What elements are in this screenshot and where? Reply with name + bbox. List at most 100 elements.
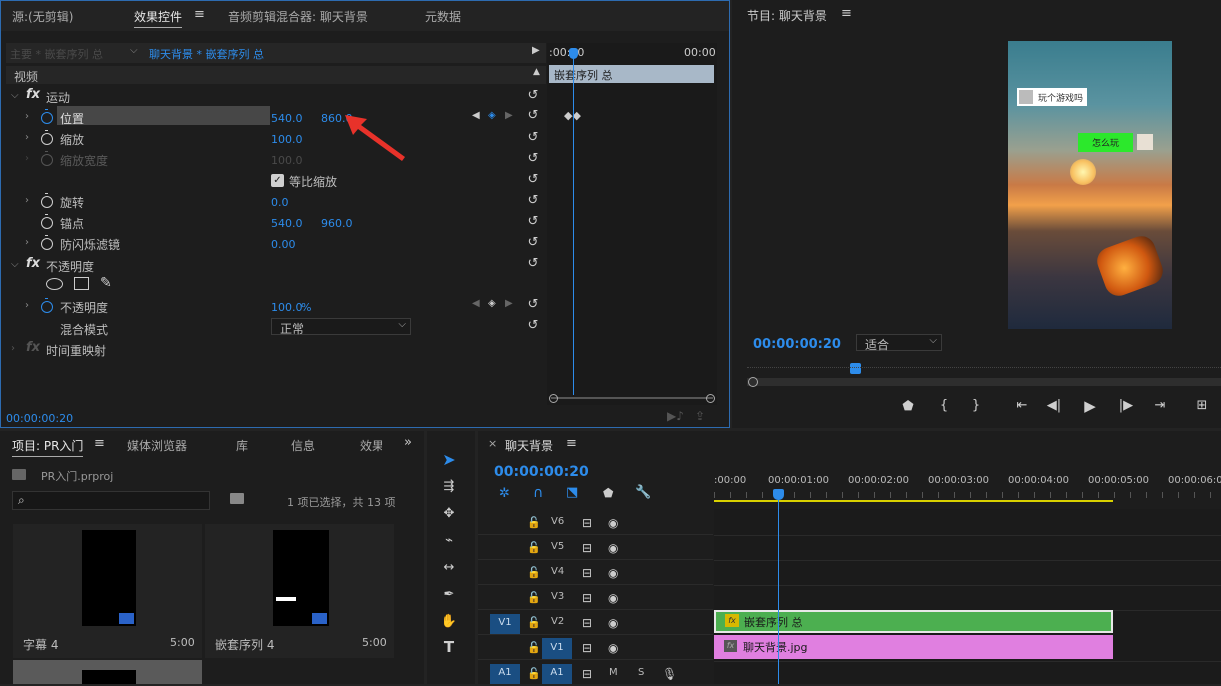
stopwatch-icon[interactable] xyxy=(41,298,53,313)
fx-badge[interactable]: fx xyxy=(26,87,40,102)
sync-icon[interactable]: ⊟ xyxy=(582,591,592,605)
next-keyframe-icon[interactable]: ▶ xyxy=(505,110,513,121)
ripple-edit-tool-icon[interactable]: ✥ xyxy=(440,505,458,523)
ellipse-mask-icon[interactable] xyxy=(46,278,63,290)
sync-icon[interactable]: ⊟ xyxy=(582,541,592,555)
hamburger-icon[interactable]: ≡ xyxy=(194,7,205,22)
reset-icon[interactable]: ↺ xyxy=(526,257,540,271)
timeline-timecode[interactable]: 00:00:00:20 xyxy=(494,464,589,480)
play-icon[interactable]: ▶ xyxy=(1082,397,1098,415)
mini-scrollbar[interactable] xyxy=(549,394,715,403)
hamburger-icon[interactable]: ≡ xyxy=(94,436,105,451)
twirl-position[interactable]: › xyxy=(25,111,29,122)
eye-icon[interactable]: ◉ xyxy=(608,591,618,605)
track-label[interactable]: V1 xyxy=(542,638,572,659)
chevron-down-icon[interactable]: ⌵ xyxy=(130,45,138,56)
collapse-arrow-icon[interactable]: ▲ xyxy=(533,67,540,77)
export-frame-icon[interactable]: ⊞ xyxy=(1194,398,1210,413)
fit-dropdown[interactable]: 适合 ⌵ xyxy=(856,334,942,352)
add-keyframe-icon[interactable]: ◈ xyxy=(488,110,496,121)
hamburger-icon[interactable]: ≡ xyxy=(566,436,577,451)
add-marker-icon[interactable]: ⬟ xyxy=(603,486,613,500)
position-x-value[interactable]: 540.0 xyxy=(271,112,303,125)
blend-mode-dropdown[interactable]: 正常 ⌵ xyxy=(271,318,411,336)
eye-icon[interactable]: ◉ xyxy=(608,641,618,655)
timeline-playhead-handle[interactable] xyxy=(773,489,784,500)
clip-image[interactable]: fx 聊天背景.jpg xyxy=(714,635,1113,659)
lock-icon[interactable]: 🔓 xyxy=(527,541,541,554)
program-playhead[interactable] xyxy=(850,363,861,374)
hamburger-icon[interactable]: ≡ xyxy=(841,6,852,21)
twirl-opacity-section[interactable]: ⌵ xyxy=(11,259,19,270)
reset-icon[interactable]: ↺ xyxy=(526,319,540,333)
mini-playhead[interactable] xyxy=(573,49,574,395)
add-keyframe-icon[interactable]: ◈ xyxy=(488,298,496,309)
settings-wrench-icon[interactable]: 🔧 xyxy=(635,485,651,500)
stopwatch-icon[interactable] xyxy=(41,235,53,250)
twirl-rotation[interactable]: › xyxy=(25,195,29,206)
lock-icon[interactable]: 🔓 xyxy=(527,641,541,654)
prev-keyframe-icon[interactable]: ◀ xyxy=(472,298,480,309)
project-item[interactable]: 字幕 4 5:00 xyxy=(13,524,202,658)
go-to-in-icon[interactable]: ⇤ xyxy=(1014,398,1030,413)
track-select-tool-icon[interactable]: ⇶ xyxy=(440,478,458,496)
nest-icon[interactable]: ✲ xyxy=(499,486,510,501)
tab-library[interactable]: 库 xyxy=(236,437,248,454)
master-clip-label[interactable]: 主要 * 嵌套序列 总 xyxy=(10,46,103,62)
source-patch-a1[interactable]: A1 xyxy=(490,664,520,684)
lock-icon[interactable]: 🔓 xyxy=(527,667,541,680)
stopwatch-icon[interactable] xyxy=(41,109,53,124)
sync-icon[interactable]: ⊟ xyxy=(582,566,592,580)
lock-icon[interactable]: 🔓 xyxy=(527,566,541,579)
tab-project[interactable]: 项目: PR入门 xyxy=(12,437,84,457)
flicker-value[interactable]: 0.00 xyxy=(271,238,296,251)
sync-icon[interactable]: ⊟ xyxy=(582,616,592,630)
reset-icon[interactable]: ↺ xyxy=(526,173,540,187)
step-back-icon[interactable]: ◀| xyxy=(1046,398,1062,413)
source-patch-v1[interactable]: V1 xyxy=(490,614,520,634)
video-frame[interactable]: 玩个游戏吗 怎么玩 xyxy=(1008,41,1172,329)
rotation-value[interactable]: 0.0 xyxy=(271,196,289,209)
lock-icon[interactable]: 🔓 xyxy=(527,516,541,529)
sync-icon[interactable]: ⊟ xyxy=(582,641,592,655)
sync-icon[interactable]: ⊟ xyxy=(582,667,592,681)
prev-keyframe-icon[interactable]: ◀ xyxy=(472,110,480,121)
type-tool-icon[interactable]: T xyxy=(440,638,458,656)
tab-audio-mixer[interactable]: 音频剪辑混合器: 聊天背景 xyxy=(228,8,368,25)
marker-icon[interactable]: ⬟ xyxy=(900,399,916,414)
stopwatch-icon[interactable] xyxy=(41,130,53,145)
mark-out-icon[interactable]: } xyxy=(968,398,984,413)
reset-icon[interactable]: ↺ xyxy=(526,89,540,103)
pen-mask-icon[interactable]: ✎ xyxy=(100,275,112,291)
tab-metadata[interactable]: 元数据 xyxy=(425,8,461,25)
timeline-playhead[interactable] xyxy=(778,493,779,684)
clip-nested-sequence[interactable]: fx 嵌套序列 总 xyxy=(714,610,1113,633)
lock-icon[interactable]: 🔓 xyxy=(527,616,541,629)
tab-effects[interactable]: 效果 xyxy=(360,437,382,454)
twirl-opacity[interactable]: › xyxy=(25,300,29,311)
hand-tool-icon[interactable]: ✋ xyxy=(440,613,458,631)
pen-tool-icon[interactable]: ✒ xyxy=(440,586,458,604)
anchor-x-value[interactable]: 540.0 xyxy=(271,217,303,230)
mark-in-icon[interactable]: { xyxy=(936,398,952,413)
anchor-y-value[interactable]: 960.0 xyxy=(321,217,353,230)
timeline-ruler[interactable]: :00:00 00:00:01:00 00:00:02:00 00:00:03:… xyxy=(714,470,1221,506)
reset-icon[interactable]: ↺ xyxy=(526,298,540,312)
rectangle-mask-icon[interactable] xyxy=(74,277,89,290)
twirl-motion[interactable]: ⌵ xyxy=(11,90,19,101)
tab-info[interactable]: 信息 xyxy=(291,437,315,454)
work-area-bar[interactable] xyxy=(714,500,1113,502)
stopwatch-icon[interactable] xyxy=(41,193,53,208)
step-forward-icon[interactable]: |▶ xyxy=(1118,398,1134,413)
fx-badge[interactable]: fx xyxy=(26,256,40,271)
scale-value[interactable]: 100.0 xyxy=(271,133,303,146)
program-scrubber[interactable] xyxy=(747,377,1221,387)
new-bin-icon[interactable] xyxy=(230,493,244,504)
tab-source[interactable]: 源:(无剪辑) xyxy=(12,8,73,25)
play-only-icon[interactable]: ▶ xyxy=(532,45,540,56)
audio-icon[interactable]: ▶♪ xyxy=(667,409,684,423)
go-to-out-icon[interactable]: ⇥ xyxy=(1152,398,1168,413)
track-label[interactable]: A1 xyxy=(542,664,572,684)
stopwatch-icon[interactable] xyxy=(41,214,53,229)
sync-icon[interactable]: ⊟ xyxy=(582,516,592,530)
